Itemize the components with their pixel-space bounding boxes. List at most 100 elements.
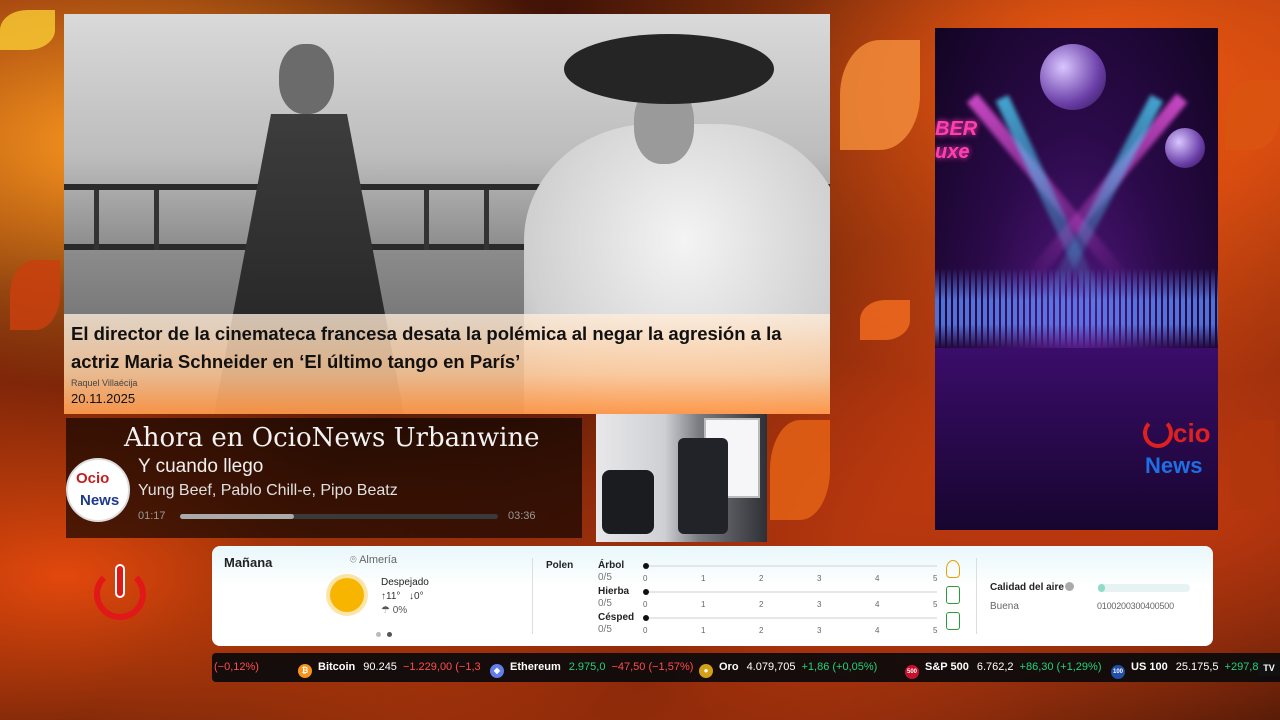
ticker-item-ethereum[interactable]: ◆ Ethereum 2.975,0 −47,50 (−1,57%) bbox=[490, 661, 693, 678]
railing-post bbox=[484, 190, 489, 250]
pollen-tick-label: 4 bbox=[875, 626, 880, 635]
carousel-dot[interactable] bbox=[376, 632, 381, 637]
ticker-item-sp500[interactable]: 500 S&P 500 6.762,2 +86,30 (+1,29%) bbox=[905, 661, 1101, 679]
pollen-tick-label: 2 bbox=[759, 600, 764, 609]
pollen-scale-ticks: 0 1 2 3 4 5 bbox=[643, 600, 943, 612]
weather-widget: Mañana ⌾ Almería Despejado ↑11° ↓0° ☂ 0%… bbox=[212, 546, 1213, 646]
ticker-item-gold[interactable]: ● Oro 4.079,705 +1,86 (+0,05%) bbox=[699, 661, 877, 678]
pollen-row-grass: Hierba 0/5 0 1 2 3 4 5 bbox=[598, 586, 960, 612]
pollen-tick-label: 1 bbox=[701, 574, 706, 583]
railing-post bbox=[424, 190, 429, 250]
pollen-tick-label: 0 bbox=[643, 626, 648, 635]
bitcoin-icon: ₿ bbox=[298, 664, 312, 678]
lawn-icon bbox=[946, 612, 960, 630]
weather-location: ⌾ Almería bbox=[350, 554, 397, 566]
news-date: 20.11.2025 bbox=[71, 391, 136, 406]
weather-condition: Despejado bbox=[381, 577, 429, 588]
promo-logo-top: cio bbox=[1173, 418, 1211, 448]
tree-icon bbox=[946, 560, 960, 578]
leaf-decoration bbox=[840, 40, 920, 150]
pollen-name: Hierba bbox=[598, 586, 630, 597]
air-quality-value: Buena bbox=[990, 601, 1019, 612]
tradingview-logo[interactable]: TV bbox=[1258, 660, 1280, 676]
weather-day: Mañana bbox=[224, 555, 273, 570]
grass-icon bbox=[946, 586, 960, 604]
pollen-tick-label: 1 bbox=[701, 600, 706, 609]
carousel-dot-active[interactable] bbox=[387, 632, 392, 637]
air-quality-label: Calidad del aire bbox=[990, 582, 1064, 593]
rain-chance: ☂ 0% bbox=[381, 605, 408, 616]
air-quality-fill bbox=[1098, 584, 1106, 592]
railing-post bbox=[94, 190, 99, 250]
ticker-item: (−0,12%) bbox=[214, 661, 259, 673]
leaf-decoration bbox=[770, 420, 830, 520]
leaf-decoration bbox=[0, 10, 55, 50]
pollen-score: 0/5 bbox=[598, 598, 612, 609]
market-ticker: (−0,12%) ₿ Bitcoin 90.245 −1.229,00 (−1,3 ◆… bbox=[212, 653, 1280, 682]
pollen-tick-label: 4 bbox=[875, 600, 880, 609]
camera-object bbox=[602, 470, 654, 534]
progress-fill bbox=[180, 514, 295, 519]
pollen-score: 0/5 bbox=[598, 572, 612, 583]
pollen-row-tree: Árbol 0/5 0 1 2 3 4 5 bbox=[598, 560, 960, 586]
leaf-decoration bbox=[1225, 80, 1280, 150]
pollen-tick-label: 1 bbox=[701, 626, 706, 635]
divider bbox=[532, 558, 533, 634]
power-icon[interactable] bbox=[92, 566, 148, 622]
ethereum-icon: ◆ bbox=[490, 664, 504, 678]
track-artist: Yung Beef, Pablo Chill-e, Pipo Beatz bbox=[138, 482, 398, 499]
pollen-score: 0/5 bbox=[598, 624, 612, 635]
pin-icon: ⌾ bbox=[350, 554, 360, 566]
leaf-decoration bbox=[10, 260, 60, 330]
ticker-item-us100[interactable]: 100 US 100 25.175,5 +297,80 bbox=[1111, 661, 1265, 679]
pollen-label: Polen bbox=[546, 560, 574, 571]
logo-text-top: Ocio bbox=[76, 470, 110, 487]
disco-ball bbox=[1165, 128, 1205, 168]
gold-icon: ● bbox=[699, 664, 713, 678]
pollen-tick-label: 0 bbox=[643, 574, 648, 583]
pollen-scale-line bbox=[649, 591, 937, 593]
news-title[interactable]: El director de la cinemateca francesa de… bbox=[71, 320, 823, 376]
air-quality-bar bbox=[1098, 584, 1190, 592]
pollen-tick-label: 3 bbox=[817, 574, 822, 583]
pollen-tick-label: 2 bbox=[759, 626, 764, 635]
pollen-scale-ticks: 0 1 2 3 4 5 bbox=[643, 626, 943, 638]
railing-post bbox=[154, 190, 159, 250]
pollen-tick-label: 4 bbox=[875, 574, 880, 583]
track-title: Y cuando llego bbox=[138, 456, 264, 477]
ticker-item-bitcoin[interactable]: ₿ Bitcoin 90.245 −1.229,00 (−1,3 bbox=[298, 661, 481, 678]
promo-video: BER uxe cio News bbox=[935, 28, 1218, 530]
leaf-decoration bbox=[860, 300, 910, 340]
now-playing-panel: Ahora en OcioNews Urbanwine Ocio News Y … bbox=[66, 418, 582, 538]
promo-logo-bottom: News bbox=[1145, 453, 1203, 478]
progress-bar[interactable] bbox=[180, 514, 498, 519]
promo-brand-text: BER uxe bbox=[935, 118, 978, 163]
pollen-tick-label: 0 bbox=[643, 600, 648, 609]
ocionews-logo: Ocio News bbox=[66, 458, 130, 522]
info-icon[interactable] bbox=[1065, 582, 1074, 591]
camera-object bbox=[678, 438, 728, 534]
us100-icon: 100 bbox=[1111, 665, 1125, 679]
news-caption: El director de la cinemateca francesa de… bbox=[64, 314, 830, 414]
sun-icon bbox=[330, 578, 364, 612]
air-quality-scale: 0100200300400500 bbox=[1097, 601, 1174, 611]
equalizer-graphic bbox=[935, 268, 1218, 348]
pollen-tick-label: 3 bbox=[817, 600, 822, 609]
disco-ball bbox=[1040, 44, 1106, 110]
news-author: Raquel Villaécija bbox=[71, 378, 138, 388]
pollen-tick-label: 3 bbox=[817, 626, 822, 635]
leaf-decoration bbox=[1230, 420, 1275, 510]
now-playing-header: Ahora en OcioNews Urbanwine bbox=[124, 423, 540, 453]
pollen-name: Árbol bbox=[598, 560, 625, 571]
time-total: 03:36 bbox=[508, 510, 536, 522]
pollen-row-lawn: Césped 0/5 0 1 2 3 4 5 bbox=[598, 612, 960, 638]
pollen-tick-label: 2 bbox=[759, 574, 764, 583]
pollen-scale-line bbox=[649, 617, 937, 619]
pollen-tick-label: 5 bbox=[933, 626, 938, 635]
logo-text-bottom: News bbox=[80, 492, 120, 509]
divider bbox=[976, 558, 977, 634]
news-card[interactable]: El director de la cinemateca francesa de… bbox=[64, 14, 830, 414]
pollen-scale-ticks: 0 1 2 3 4 5 bbox=[643, 574, 943, 586]
camera-feed bbox=[596, 414, 767, 542]
sp500-icon: 500 bbox=[905, 665, 919, 679]
